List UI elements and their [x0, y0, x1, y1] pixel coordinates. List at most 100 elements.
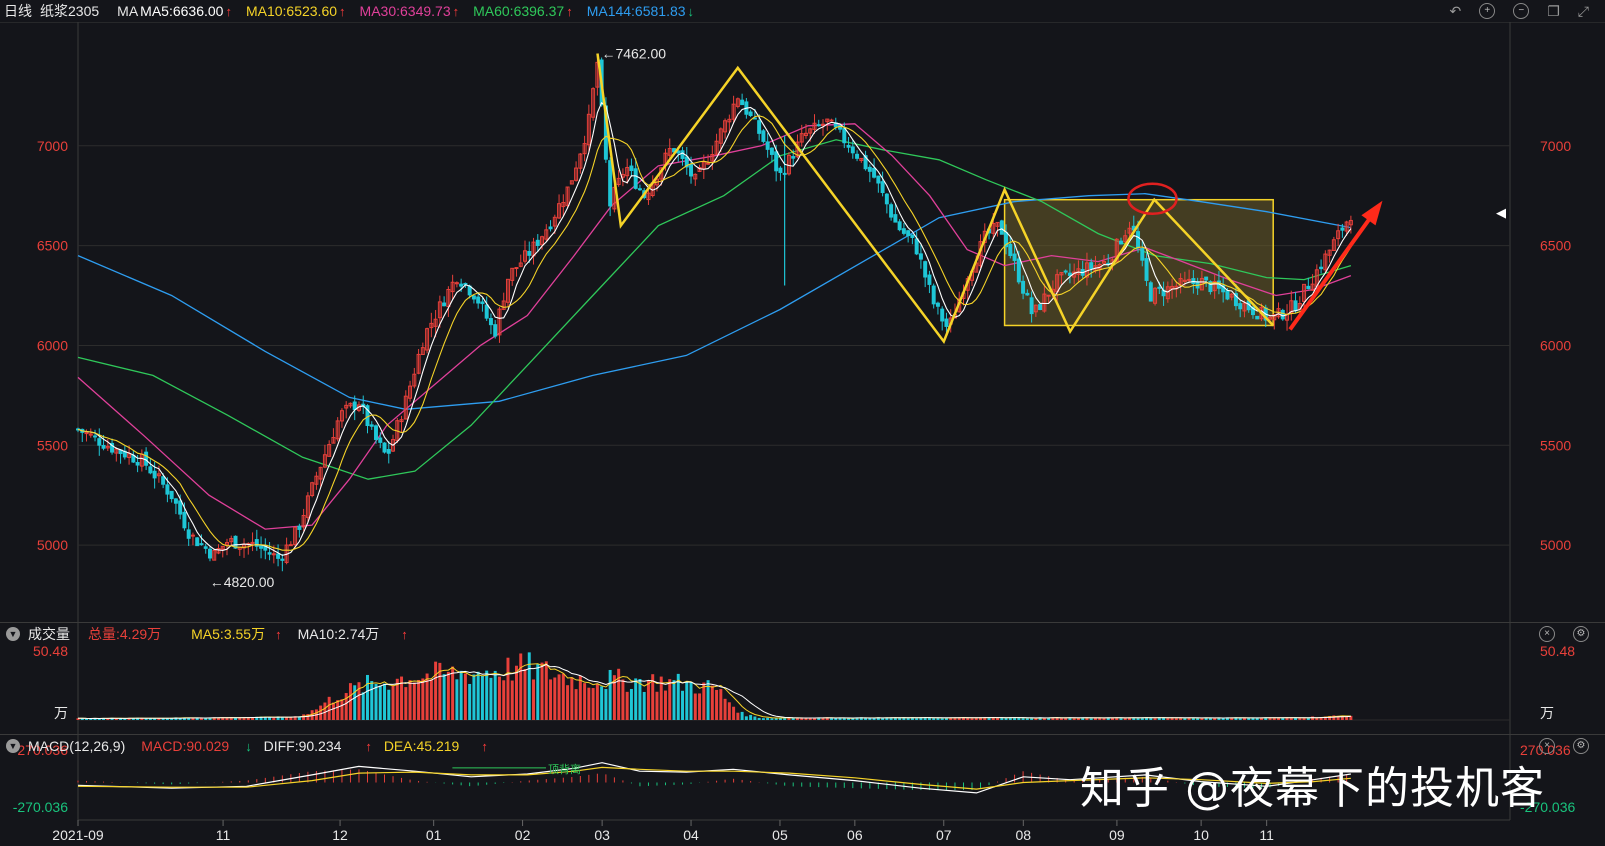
- volume-bar: [693, 693, 697, 720]
- consolidation-box: [1003, 198, 1274, 327]
- volume-bar: [1221, 718, 1225, 720]
- volume-bar: [1196, 718, 1200, 720]
- candle-body: [906, 230, 911, 237]
- kline-chart[interactable]: 5000 5000 5500 5500 6000 6000 6500 6500 7000 7000…: [0, 0, 1605, 846]
- volume-bar: [566, 685, 570, 720]
- candle-body: [1225, 290, 1230, 300]
- volume-bar: [378, 685, 382, 720]
- volume-axis-label-left: 50.48: [33, 643, 68, 659]
- volume-bar: [510, 680, 514, 720]
- undo-icon[interactable]: ↶: [1450, 3, 1462, 20]
- candle-body: [186, 529, 191, 539]
- volume-bar: [1166, 718, 1170, 720]
- volume-bar: [472, 674, 476, 720]
- volume-bar: [702, 682, 706, 720]
- candle-body: [910, 234, 915, 239]
- candle-body: [927, 274, 932, 285]
- close-volume-icon[interactable]: ×: [1539, 625, 1555, 642]
- low-annotation: ←4820.00: [210, 574, 275, 590]
- volume-bar: [932, 718, 936, 720]
- volume-bar: [89, 718, 93, 720]
- window-icon[interactable]: ❐: [1547, 3, 1560, 20]
- volume-bar: [502, 680, 506, 720]
- expand-icon[interactable]: ⤢: [1578, 3, 1589, 20]
- x-tick-label: 04: [683, 827, 699, 843]
- collapse-volume-icon[interactable]: ▼: [6, 626, 20, 641]
- candle-body: [182, 511, 187, 529]
- volume-bar: [600, 686, 604, 720]
- volume-unit-right: 万: [1540, 706, 1554, 722]
- candle-body: [195, 537, 200, 547]
- ma-line-ma10: [77, 115, 1352, 551]
- collapse-macd-icon[interactable]: ▼: [6, 738, 20, 753]
- candle-body: [1063, 270, 1068, 273]
- volume-header: ▼ 成交量 总量:4.29万 MA5:3.55万 ↑ MA10:2.74万 ↑ × …: [0, 622, 1605, 644]
- volume-bar: [523, 669, 527, 720]
- volume-bar: [927, 717, 931, 720]
- volume-bar: [408, 680, 412, 720]
- volume-bar: [604, 688, 608, 720]
- candle-body: [199, 543, 204, 546]
- candle-body: [1319, 266, 1324, 270]
- candle-body: [850, 146, 855, 154]
- volume-bar: [1072, 718, 1076, 720]
- candle-body: [463, 282, 468, 285]
- candle-body: [944, 318, 949, 327]
- settings-volume-icon[interactable]: ⚙: [1573, 625, 1589, 642]
- candle-body: [1136, 231, 1141, 249]
- volume-bar: [595, 683, 599, 720]
- volume-bar: [625, 691, 629, 720]
- candle-body: [1046, 294, 1051, 297]
- candle-body: [855, 153, 860, 159]
- candle-body: [1140, 248, 1145, 261]
- candle-body: [1306, 285, 1311, 290]
- ma-legend-item: MA30:6349.73 ↑: [359, 3, 460, 19]
- ma-legend-item: MA144:6581.83 ↓: [586, 3, 695, 19]
- volume-bar: [391, 685, 395, 720]
- ma-line-ma5: [77, 101, 1352, 556]
- volume-bar: [574, 689, 578, 720]
- volume-bar: [417, 679, 421, 720]
- candle-body: [706, 162, 711, 165]
- settings-macd-icon[interactable]: ⚙: [1573, 737, 1589, 754]
- candle-body: [889, 204, 894, 218]
- volume-unit-left: 万: [54, 706, 68, 722]
- volume-bar: [515, 665, 518, 720]
- zoom-out-icon[interactable]: −: [1513, 2, 1530, 19]
- candle-body: [740, 99, 745, 106]
- volume-bar: [1174, 718, 1178, 720]
- candle-body: [884, 193, 889, 205]
- candle-body: [791, 156, 796, 159]
- volume-bar: [561, 673, 565, 720]
- volume-bar: [519, 653, 523, 720]
- price-tick-label-left: 7000: [37, 138, 68, 154]
- volume-bar: [527, 652, 531, 720]
- volume-bar: [331, 702, 335, 720]
- zoom-in-icon[interactable]: +: [1479, 2, 1496, 19]
- candle-body: [774, 151, 779, 172]
- candle-body: [161, 476, 166, 485]
- volume-bar: [1119, 718, 1123, 720]
- volume-bar: [872, 718, 876, 720]
- candle-body: [467, 285, 472, 296]
- candle-body: [144, 451, 149, 466]
- volume-toolbar: × ⚙: [1539, 625, 1597, 642]
- candle-body: [842, 127, 847, 144]
- volume-ma10: MA10:2.74万 ↑: [297, 625, 408, 642]
- price-tick-label-right: 7000: [1540, 138, 1571, 154]
- candle-body: [84, 432, 89, 435]
- volume-bar: [480, 675, 484, 720]
- candle-body: [901, 228, 906, 234]
- candle-body: [897, 221, 902, 231]
- candle-body: [1021, 280, 1026, 294]
- volume-bar: [468, 683, 472, 720]
- candle-body: [276, 553, 281, 559]
- volume-bar: [646, 680, 650, 720]
- candle-body: [97, 438, 102, 446]
- period-label: 日线: [4, 3, 32, 19]
- volume-bar: [732, 706, 736, 720]
- volume-bar: [344, 693, 348, 720]
- volume-bar: [383, 683, 387, 720]
- volume-bar: [493, 670, 497, 720]
- macd-value: MACD:90.029: [141, 737, 230, 754]
